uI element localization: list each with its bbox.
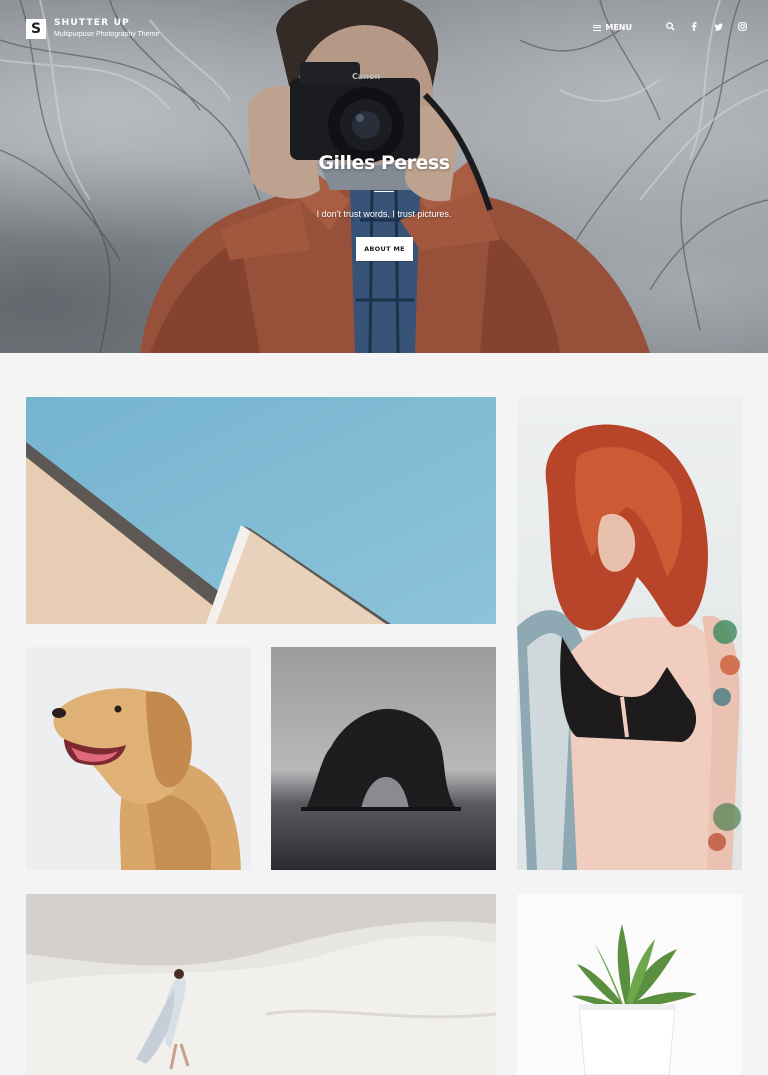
hero-divider xyxy=(374,191,394,192)
instagram-icon[interactable] xyxy=(736,22,748,33)
site-tagline: Multipurpose Photography Theme xyxy=(54,31,160,38)
twitter-icon[interactable] xyxy=(712,23,724,33)
hamburger-icon xyxy=(593,24,602,31)
menu-button[interactable]: MENU xyxy=(593,23,632,32)
succulent-plant-photo xyxy=(517,894,742,1075)
top-nav: MENU xyxy=(593,22,748,33)
hero-banner: Canon S SHUTTER UP Multipurpose Photogra… xyxy=(0,0,768,353)
golden-retriever-photo xyxy=(26,647,251,870)
site-title[interactable]: SHUTTER UP xyxy=(54,18,130,28)
gallery-item-sea-rock[interactable] xyxy=(271,647,496,870)
gallery-item-architecture[interactable] xyxy=(26,397,496,624)
gallery-item-succulent[interactable] xyxy=(517,894,742,1075)
site-logo[interactable]: S xyxy=(26,19,46,39)
gallery-item-red-hair-woman[interactable] xyxy=(517,397,742,870)
hero-quote: I don't trust words. I trust pictures. xyxy=(316,209,452,219)
gallery-item-golden-retriever[interactable] xyxy=(26,647,251,870)
facebook-icon[interactable] xyxy=(688,22,700,33)
gallery-item-desert-dunes[interactable] xyxy=(26,894,496,1075)
search-icon[interactable] xyxy=(664,22,676,33)
desert-dunes-woman-photo xyxy=(26,894,496,1075)
red-hair-woman-photo xyxy=(517,397,742,870)
hero-overlay xyxy=(0,0,768,353)
hero-title: Gilles Peress xyxy=(318,152,450,174)
architecture-sky-photo xyxy=(26,397,496,624)
sea-rock-arch-photo xyxy=(271,647,496,870)
menu-label: MENU xyxy=(605,23,632,32)
about-me-button[interactable]: ABOUT ME xyxy=(356,237,413,261)
